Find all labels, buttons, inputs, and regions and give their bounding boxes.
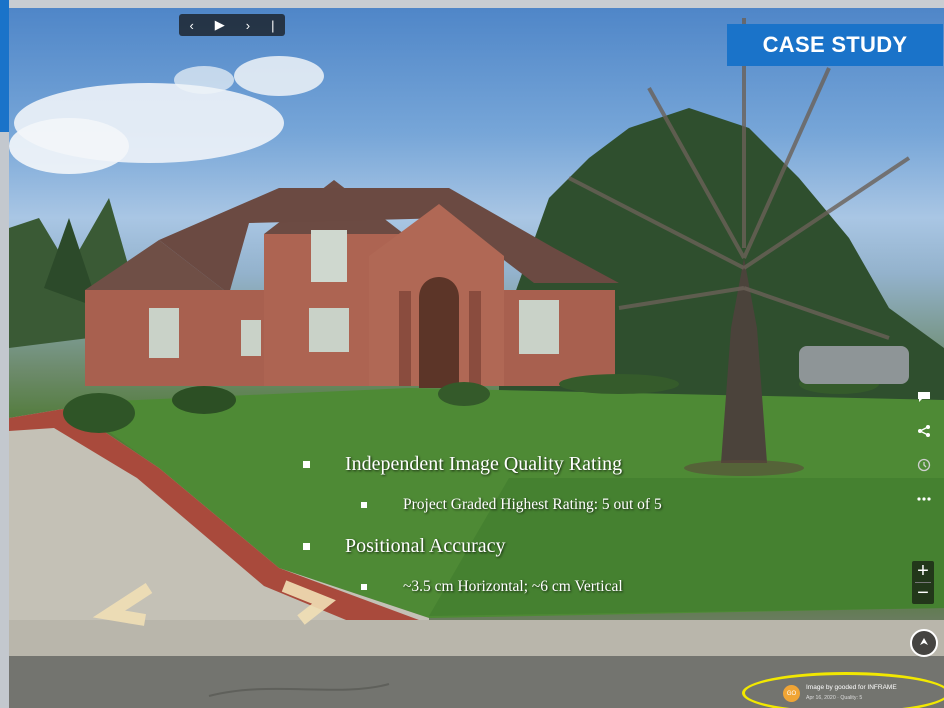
compass-icon[interactable] — [910, 629, 938, 657]
bullet-level2: ~3.5 cm Horizontal; ~6 cm Vertical — [299, 568, 662, 610]
bullet-list: Independent Image Quality Rating Project… — [299, 446, 662, 610]
more-options-icon[interactable] — [917, 482, 931, 516]
play-icon[interactable]: ▶ — [215, 17, 225, 33]
bullet-level2: Project Graded Highest Rating: 5 out of … — [299, 486, 662, 528]
history-icon[interactable] — [917, 448, 931, 482]
case-study-badge: CASE STUDY — [727, 24, 943, 66]
divider-icon: | — [271, 17, 275, 33]
avatar[interactable]: GO — [783, 685, 800, 702]
next-icon[interactable]: › — [246, 18, 250, 33]
zoom-in-button[interactable]: + — [912, 561, 934, 582]
share-icon[interactable] — [917, 414, 931, 448]
bullet-level1: Independent Image Quality Rating — [299, 446, 662, 486]
comment-icon[interactable] — [917, 380, 931, 414]
playback-controls: ‹ ▶ › | — [179, 14, 285, 36]
bullet-level1: Positional Accuracy — [299, 528, 662, 568]
image-attribution: GO Image by gooded for INFRAME Apr 16, 2… — [742, 672, 944, 708]
left-accent-bar — [0, 0, 9, 132]
previous-icon[interactable]: ‹ — [189, 18, 193, 33]
zoom-out-button[interactable]: − — [912, 583, 934, 604]
attribution-date-quality: Apr 16, 2020 · Quality: 5 — [806, 695, 863, 701]
zoom-control: + − — [912, 561, 934, 604]
street-view-panorama[interactable]: ‹ ▶ › | CASE STUDY Independent Image Qua… — [9, 8, 944, 708]
side-toolbar — [909, 380, 939, 516]
attribution-author[interactable]: Image by gooded for INFRAME — [806, 684, 897, 691]
